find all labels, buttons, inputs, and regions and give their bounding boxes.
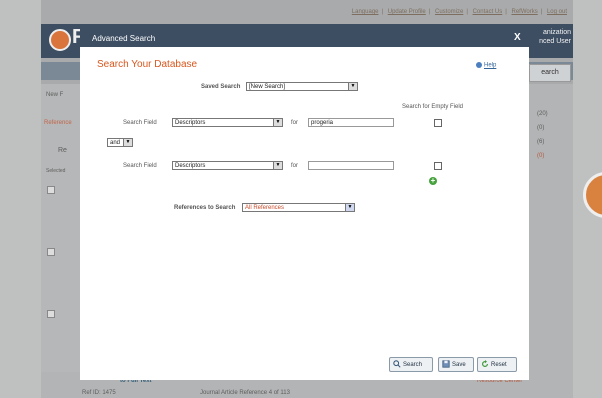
bg-checkbox-3[interactable] [47, 310, 55, 318]
empty-field-header: Search for Empty Field [402, 104, 464, 110]
row2-for-label: for [291, 163, 299, 169]
help-label: Help [484, 62, 497, 69]
chevron-down-icon: ▼ [123, 139, 132, 146]
bg-right-panel [528, 84, 573, 398]
row1-field-value: Descriptors [175, 120, 206, 126]
disk-icon [442, 360, 450, 369]
bg-count-3: (6) [537, 139, 545, 145]
row2-empty-checkbox[interactable] [434, 162, 442, 170]
saved-search-value: [New Search] [249, 84, 286, 90]
chevron-down-icon: ▼ [345, 204, 354, 211]
link-log-out[interactable]: Log out [547, 9, 567, 15]
row2-search-field-label: Search Field [123, 163, 157, 169]
bg-checkbox-1[interactable] [47, 186, 55, 194]
link-refworks[interactable]: RefWorks [512, 9, 538, 15]
bg-selected-label: Selected [46, 168, 66, 174]
row1-search-input[interactable]: progeria [308, 118, 394, 127]
reset-button[interactable]: Reset [477, 357, 517, 372]
bg-re-label: Re [58, 147, 67, 154]
bg-count-4: (0) [537, 153, 545, 159]
reset-button-label: Reset [491, 362, 507, 368]
row1-for-label: for [291, 120, 299, 126]
modal-body [80, 47, 529, 380]
search-icon [393, 360, 401, 368]
references-select[interactable]: All References ▼ [242, 203, 355, 212]
refresh-icon [482, 360, 488, 368]
bg-orange-badge-icon [583, 172, 602, 218]
help-icon [476, 62, 482, 68]
operator-value: and [110, 140, 121, 146]
save-button-label: Save [452, 362, 466, 368]
top-links: Language | Update Profile | Customize | Con… [351, 9, 567, 15]
add-row-icon[interactable]: + [429, 177, 437, 185]
references-value: All References [245, 205, 285, 211]
help-link[interactable]: Help [476, 62, 496, 69]
modal-close-button[interactable]: X [514, 32, 521, 43]
link-contact-us[interactable]: Contact Us [473, 9, 503, 15]
search-button-label: Search [403, 362, 423, 368]
bg-new-button[interactable]: New F [46, 92, 63, 98]
modal-title: Advanced Search [92, 34, 156, 43]
bg-checkbox-2[interactable] [47, 248, 55, 256]
chevron-down-icon: ▼ [348, 83, 357, 90]
app-logo-icon [49, 29, 71, 51]
bg-search-button[interactable]: earch [529, 64, 571, 82]
row1-empty-checkbox[interactable] [434, 119, 442, 127]
search-heading: Search Your Database [97, 59, 198, 70]
saved-search-select[interactable]: [New Search] ▼ [246, 82, 358, 91]
saved-search-label: Saved Search [201, 84, 241, 90]
save-button[interactable]: Save [438, 357, 474, 372]
row2-search-input[interactable] [308, 161, 394, 170]
bg-journal-label: Journal Article Reference 4 of 113 [200, 390, 290, 396]
link-update-profile[interactable]: Update Profile [388, 9, 426, 15]
chevron-down-icon: ▼ [273, 162, 282, 169]
search-button[interactable]: Search [389, 357, 433, 372]
row2-field-value: Descriptors [175, 163, 206, 169]
org-line2: nced User [539, 38, 571, 45]
references-label: References to Search [174, 205, 236, 211]
bg-ref-id: Ref ID: 1475 [82, 390, 116, 396]
link-customize[interactable]: Customize [435, 9, 463, 15]
org-name: anization nced User [539, 28, 571, 46]
operator-select[interactable]: and ▼ [107, 138, 133, 147]
row2-field-select[interactable]: Descriptors ▼ [172, 161, 283, 170]
row1-search-field-label: Search Field [123, 120, 157, 126]
bg-references-label: Reference [44, 120, 72, 126]
org-line1: anization [542, 29, 571, 36]
link-language[interactable]: Language [352, 9, 379, 15]
chevron-down-icon: ▼ [273, 119, 282, 126]
row1-field-select[interactable]: Descriptors ▼ [172, 118, 283, 127]
bg-count-1: (20) [537, 111, 548, 117]
bg-count-2: (0) [537, 125, 545, 131]
